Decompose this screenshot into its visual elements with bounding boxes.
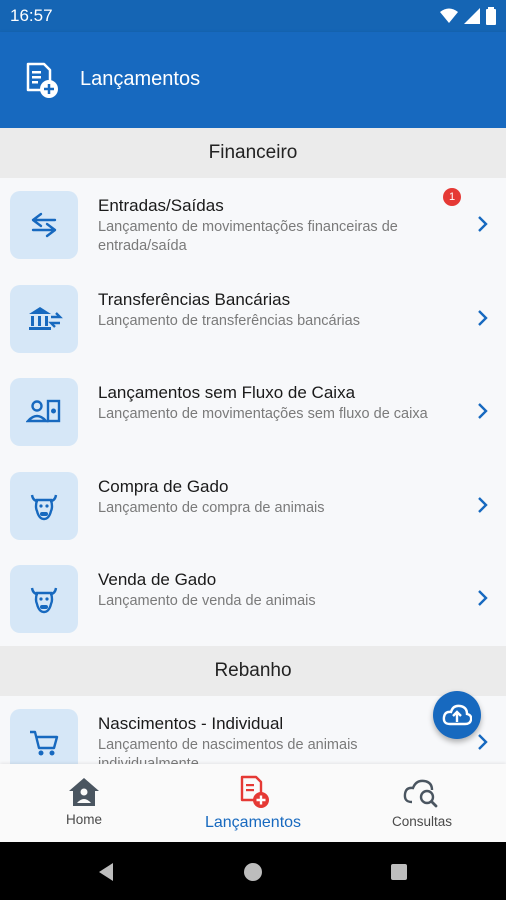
row-title: Lançamentos sem Fluxo de Caixa — [98, 383, 356, 402]
home-icon — [69, 778, 99, 806]
list-item-transferencias[interactable]: Transferências Bancárias Lançamento de t… — [0, 271, 506, 365]
nav-lancamentos[interactable]: Lançamentos — [193, 774, 313, 852]
list-item-nascimentos[interactable]: Nascimentos - Individual Lançamento de n… — [0, 695, 506, 765]
document-add-icon — [26, 62, 58, 98]
chevron-right-icon — [478, 496, 488, 513]
bank-transfer-icon — [10, 284, 78, 353]
status-bar: 16:57 — [0, 0, 506, 32]
battery-icon — [486, 7, 496, 25]
row-subtitle: Lançamento de transferências bancárias — [98, 312, 360, 329]
back-icon[interactable] — [97, 862, 115, 882]
section-header-rebanho: Rebanho — [0, 645, 506, 696]
row-title: Transferências Bancárias — [98, 289, 291, 309]
cart-icon — [10, 708, 78, 764]
page-title: Lançamentos — [80, 68, 201, 90]
row-subtitle: Lançamento de nascimentos de animais ind… — [98, 736, 358, 765]
row-title: Venda de Gado — [98, 570, 217, 589]
cow-icon — [10, 471, 78, 540]
chevron-right-icon — [478, 590, 488, 606]
chevron-right-icon — [478, 733, 488, 750]
row-subtitle: Lançamento de venda de animais — [98, 593, 316, 609]
status-icons — [440, 7, 496, 25]
row-title: Compra de Gado — [98, 476, 229, 496]
app-bar: Lançamentos — [0, 32, 506, 128]
bottom-navigation: Home Lançamentos Consultas — [0, 764, 506, 842]
row-title: Entradas/Saídas — [98, 196, 224, 215]
chevron-right-icon — [478, 403, 488, 419]
upload-fab[interactable] — [433, 691, 481, 739]
list-item-sem-fluxo[interactable]: Lançamentos sem Fluxo de Caixa Lançament… — [0, 365, 506, 459]
wifi-icon — [440, 8, 458, 23]
nav-label-consultas: Consultas — [391, 814, 453, 829]
list-item-compra-gado[interactable]: Compra de Gado Lançamento de compra de a… — [0, 458, 506, 552]
content-list[interactable]: Financeiro Entradas/Saídas Lançamento de… — [0, 128, 506, 764]
status-time: 16:57 — [10, 6, 53, 25]
home-circle-icon[interactable] — [243, 862, 263, 882]
recents-icon[interactable] — [390, 863, 408, 881]
notification-badge: 1 — [443, 188, 461, 206]
chevron-right-icon — [478, 216, 488, 232]
cloud-upload-icon — [442, 704, 472, 726]
row-subtitle: Lançamento de movimentações financeiras … — [98, 219, 398, 254]
cloud-search-icon — [403, 779, 438, 808]
nav-label-home: Home — [65, 812, 102, 827]
cow-icon — [10, 565, 78, 633]
system-navigation-bar — [0, 842, 506, 900]
section-header-financeiro: Financeiro — [0, 128, 506, 178]
signal-icon — [464, 8, 480, 24]
list-item-venda-gado[interactable]: Venda de Gado Lançamento de venda de ani… — [0, 552, 506, 646]
person-cash-icon — [10, 378, 78, 446]
swap-arrows-icon — [10, 191, 78, 259]
row-title: Nascimentos - Individual — [98, 713, 284, 733]
row-subtitle: Lançamento de movimentações sem fluxo de… — [98, 406, 428, 422]
list-item-entradas-saidas[interactable]: Entradas/Saídas Lançamento de movimentaç… — [0, 178, 506, 272]
chevron-right-icon — [478, 309, 488, 326]
nav-label-lancamentos: Lançamentos — [204, 814, 302, 831]
document-add-icon — [240, 775, 269, 808]
row-subtitle: Lançamento de compra de animais — [98, 499, 325, 516]
